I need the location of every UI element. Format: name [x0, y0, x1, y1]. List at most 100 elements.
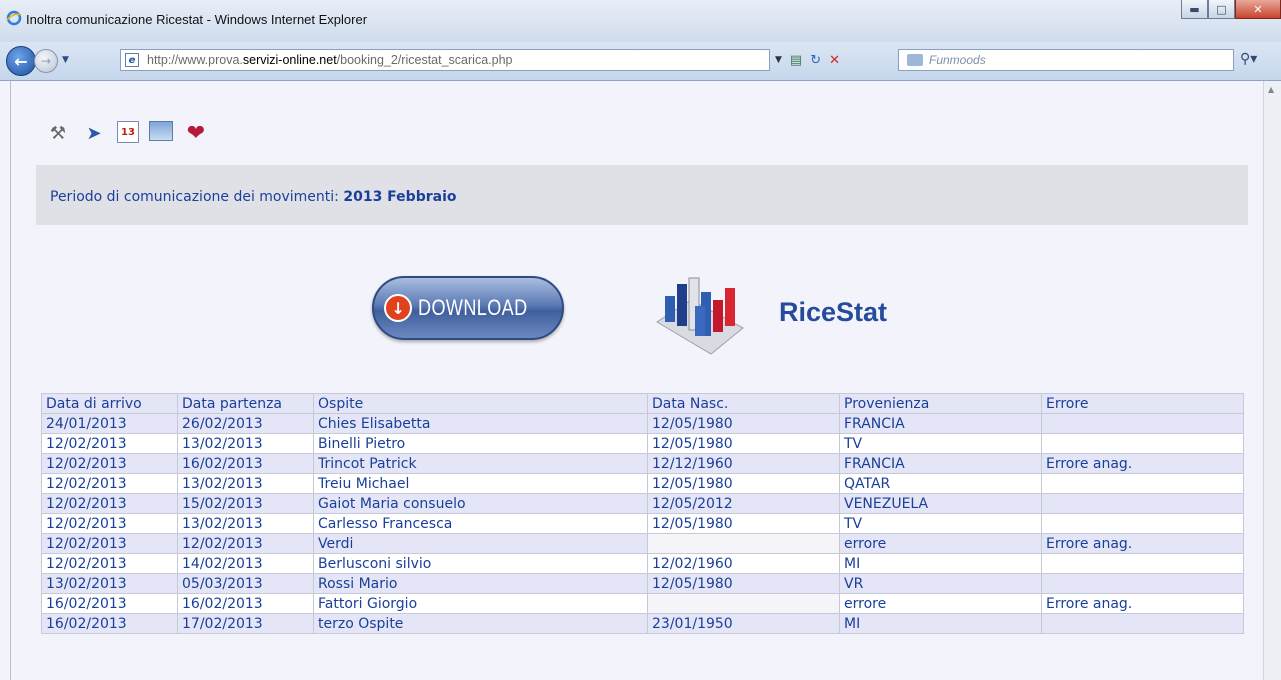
cell-guest: Trincot Patrick — [313, 453, 648, 474]
cell-arrival: 12/02/2013 — [41, 473, 178, 494]
cell-error — [1041, 513, 1244, 534]
image-icon[interactable] — [149, 121, 173, 141]
cell-guest: terzo Ospite — [313, 613, 648, 634]
table-row: 16/02/2013 17/02/2013 terzo Ospite 23/01/19… — [41, 613, 1244, 634]
col-header-origin: Provenienza — [839, 393, 1042, 414]
table-row: 12/02/2013 13/02/2013 Binelli Pietro 12/05/… — [41, 433, 1244, 454]
col-header-birthdate: Data Nasc. — [647, 393, 840, 414]
cell-departure: 26/02/2013 — [177, 413, 314, 434]
cell-arrival: 13/02/2013 — [41, 573, 178, 594]
cell-arrival: 12/02/2013 — [41, 433, 178, 454]
cell-error — [1041, 493, 1244, 514]
search-provider-icon — [907, 54, 923, 66]
col-header-error: Errore — [1041, 393, 1244, 414]
download-arrow-icon: ↓ — [384, 294, 413, 322]
period-info: Periodo di comunicazione dei movimenti: … — [50, 189, 457, 205]
cell-origin: FRANCIA — [839, 413, 1042, 434]
search-placeholder: Funmoods — [929, 53, 986, 67]
internet-explorer-icon — [6, 10, 22, 26]
cell-birthdate: 12/12/1960 — [647, 453, 840, 474]
table-row: 12/02/2013 13/02/2013 Treiu Michael 12/05/1… — [41, 473, 1244, 494]
close-icon: ✕ — [1253, 2, 1263, 16]
search-input[interactable]: Funmoods — [898, 49, 1234, 71]
guests-table: Data di arrivo Data partenza Ospite Data… — [41, 393, 1244, 634]
vertical-scrollbar[interactable]: ▲ — [1263, 81, 1281, 680]
minimize-icon: ▬ — [1189, 2, 1200, 16]
cell-birthdate: 12/05/1980 — [647, 413, 840, 434]
maximize-button[interactable]: □ — [1208, 0, 1235, 19]
cell-arrival: 12/02/2013 — [41, 513, 178, 534]
cell-guest: Gaiot Maria consuelo — [313, 493, 648, 514]
compatibility-view-icon[interactable]: ▤ — [790, 53, 802, 68]
cell-departure: 14/02/2013 — [177, 553, 314, 574]
heart-icon[interactable]: ❤ — [183, 121, 209, 146]
cell-error: Errore anag. — [1041, 453, 1244, 474]
cell-guest: Chies Elisabetta — [313, 413, 648, 434]
minimize-button[interactable]: ▬ — [1181, 0, 1208, 19]
address-row: ← → ▼ e http://www.prova.servizi-online.… — [0, 42, 1281, 81]
address-input[interactable]: e http://www.prova.servizi-online.net/bo… — [120, 49, 770, 71]
calendar-icon[interactable]: 13 — [117, 121, 139, 143]
cell-error — [1041, 553, 1244, 574]
cell-guest: Rossi Mario — [313, 573, 648, 594]
table-row: 16/02/2013 16/02/2013 Fattori Giorgio error… — [41, 593, 1244, 614]
cell-arrival: 16/02/2013 — [41, 593, 178, 614]
address-dropdown-icon[interactable]: ▼ — [775, 55, 782, 65]
tools-icon[interactable]: ⚒ — [45, 121, 71, 145]
ricestat-chart-logo-icon — [656, 277, 744, 355]
period-label: Periodo di comunicazione dei movimenti: — [50, 189, 339, 205]
cell-birthdate: 23/01/1950 — [647, 613, 840, 634]
cell-guest: Carlesso Francesca — [313, 513, 648, 534]
page-icon: e — [125, 53, 139, 67]
stop-icon[interactable]: ✕ — [829, 53, 840, 68]
close-button[interactable]: ✕ — [1235, 0, 1281, 19]
cell-origin: FRANCIA — [839, 453, 1042, 474]
back-button[interactable]: ← — [6, 46, 36, 76]
search-icon[interactable]: ⚲▾ — [1240, 51, 1257, 67]
table-row: 12/02/2013 14/02/2013 Berlusconi silvio 12/… — [41, 553, 1244, 574]
cell-departure: 12/02/2013 — [177, 533, 314, 554]
maximize-icon: □ — [1216, 2, 1227, 16]
cell-error — [1041, 473, 1244, 494]
cell-origin: errore — [839, 593, 1042, 614]
download-label: DOWNLOAD — [418, 295, 528, 320]
cell-arrival: 12/02/2013 — [41, 533, 178, 554]
download-button[interactable]: ↓ DOWNLOAD — [372, 276, 564, 340]
history-dropdown-icon[interactable]: ▼ — [62, 55, 69, 65]
window-controls: ▬ □ ✕ — [1181, 0, 1281, 22]
cell-birthdate: 12/05/1980 — [647, 473, 840, 494]
cell-guest: Fattori Giorgio — [313, 593, 648, 614]
cell-origin: errore — [839, 533, 1042, 554]
page-content: ⚒ ➤ 13 ❤ Periodo di comunicazione dei mo… — [10, 81, 1264, 680]
cell-departure: 13/02/2013 — [177, 473, 314, 494]
cell-guest: Verdi — [313, 533, 648, 554]
cell-arrival: 16/02/2013 — [41, 613, 178, 634]
cell-origin: MI — [839, 613, 1042, 634]
table-row: 24/01/2013 26/02/2013 Chies Elisabetta 12/0… — [41, 413, 1244, 434]
cell-departure: 05/03/2013 — [177, 573, 314, 594]
period-value: 2013 Febbraio — [343, 189, 457, 205]
cell-arrival: 12/02/2013 — [41, 493, 178, 514]
period-bar: Periodo di comunicazione dei movimenti: … — [36, 165, 1248, 225]
refresh-icon[interactable]: ↻ — [810, 53, 821, 68]
cell-birthdate — [647, 593, 840, 614]
cell-error — [1041, 613, 1244, 634]
cell-guest: Binelli Pietro — [313, 433, 648, 454]
url-text: http://www.prova.servizi-online.net/book… — [147, 53, 513, 67]
window-title: Inoltra comunicazione Ricestat - Windows… — [26, 12, 368, 27]
address-controls: ▼ ▤ ↻ ✕ — [775, 49, 895, 71]
col-header-departure: Data partenza — [177, 393, 314, 414]
cell-arrival: 12/02/2013 — [41, 453, 178, 474]
cell-guest: Treiu Michael — [313, 473, 648, 494]
forward-button[interactable]: → — [34, 49, 58, 73]
cell-departure: 13/02/2013 — [177, 513, 314, 534]
cell-origin: MI — [839, 553, 1042, 574]
cell-error — [1041, 433, 1244, 454]
wand-icon[interactable]: ➤ — [81, 121, 107, 145]
scroll-up-icon[interactable]: ▲ — [1268, 85, 1274, 94]
cell-departure: 15/02/2013 — [177, 493, 314, 514]
cell-guest: Berlusconi silvio — [313, 553, 648, 574]
cell-departure: 17/02/2013 — [177, 613, 314, 634]
cell-birthdate: 12/05/1980 — [647, 433, 840, 454]
cell-departure: 13/02/2013 — [177, 433, 314, 454]
